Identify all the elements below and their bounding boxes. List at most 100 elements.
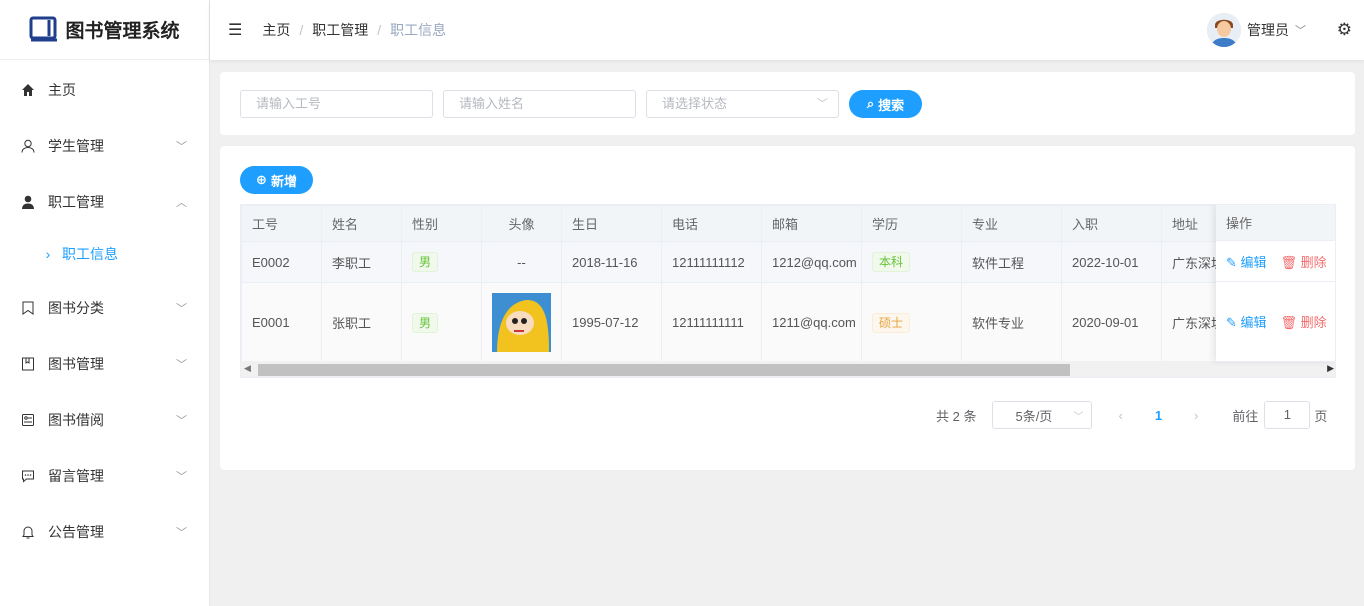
col-header: 姓名 [321,205,402,242]
cell-email: 1212@qq.com [761,241,862,283]
username: 管理员 [1247,22,1289,38]
table-row[interactable]: E0001 张职工男 1995-07-12 12111111111 1211@qq.co… [241,282,1335,363]
page-size-select[interactable]: 5条/页 ﹀ [992,401,1093,429]
bookmark-icon [20,300,36,316]
sidebar-item-book-borrow[interactable]: 图书借阅 ﹀ [0,400,209,440]
cell-birthday: 2018-11-16 [561,241,662,283]
scroll-left-arrow-icon[interactable]: ◀ [244,363,251,374]
page-number[interactable]: 1 [1155,408,1162,423]
breadcrumb: 主页 / 职工管理 / 职工信息 [262,20,447,40]
cell-phone: 12111111112 [661,241,762,283]
sidebar: 图书管理系统 主页 学生管理 ﹀ 职工管理 ︿ › 职工信息 图书分类 ﹀ 图书管理 ﹀ … [0,0,210,606]
col-header: 邮箱 [761,205,862,242]
book-icon [20,356,36,372]
menu-fold-icon[interactable]: ☰ [228,20,242,40]
staff-table: 工号 姓名 性别 头像 生日 电话 邮箱 学历 专业 入职 地址 E0002 李职工男 -- 2018-1… [240,204,1336,378]
breadcrumb-current: 职工信息 [390,22,447,38]
sidebar-item-label: 图书分类 [48,300,104,316]
goto-page-input[interactable]: 1 [1264,401,1311,429]
goto-label: 前往 [1232,408,1259,424]
sidebar-item-label: 留言管理 [48,468,104,484]
chevron-down-icon: ﹀ [176,359,187,371]
name-input[interactable]: 请输入姓名 [443,90,636,118]
chevron-down-icon: ﹀ [176,471,187,483]
sidebar-item-label: 公告管理 [48,524,104,540]
chat-icon [20,468,36,484]
horizontal-scrollbar[interactable]: ◀ ▶ [241,361,1335,377]
cell-id: E0001 [241,282,322,363]
add-label: 新增 [270,173,297,189]
cell-name: 张职工 [321,282,402,363]
sidebar-item-notices[interactable]: 公告管理 ﹀ [0,512,209,552]
chevron-down-icon: ﹀ [1073,411,1084,423]
user-filled-icon [20,194,36,210]
delete-button[interactable]: 🗑 删除 [1281,252,1327,271]
sidebar-item-label: 主页 [48,82,76,98]
add-button[interactable]: ⊕ 新增 [240,166,313,194]
gender-tag: 男 [412,312,439,333]
sidebar-item-book-category[interactable]: 图书分类 ﹀ [0,288,209,328]
col-header: 电话 [661,205,762,242]
col-header: 专业 [961,205,1062,242]
sidebar-item-book-manage[interactable]: 图书管理 ﹀ [0,344,209,384]
chevron-down-icon: ﹀ [176,527,187,539]
cell-major: 软件工程 [961,241,1062,283]
cell-phone: 12111111111 [661,282,762,363]
cell-birthday: 1995-07-12 [561,282,662,363]
edit-button[interactable]: ✎ 编辑 [1226,312,1267,331]
sidebar-item-students[interactable]: 学生管理 ﹀ [0,126,209,166]
sidebar-item-label: 职工管理 [48,194,104,210]
cell-hired: 2022-10-01 [1061,241,1162,283]
col-header: 学历 [861,205,962,242]
user-icon [20,138,36,154]
search-button[interactable]: ⌕ 搜索 [849,90,922,118]
scroll-right-arrow-icon[interactable]: ▶ [1327,363,1334,374]
sidebar-item-home[interactable]: 主页 [0,70,209,110]
next-page-icon[interactable]: › [1194,408,1198,423]
chevron-down-icon: ﹀ [817,98,828,110]
home-icon [20,82,36,98]
sidebar-item-staff-info[interactable]: › 职工信息 [0,234,209,274]
table-card: ⊕ 新增 工号 姓名 性别 头像 生日 电话 邮箱 学历 专业 入职 地址 E0002 李职工男 -- 20… [220,146,1355,470]
cell-id: E0002 [241,241,322,283]
cell-email: 1211@qq.com [761,282,862,363]
chevron-down-icon: ﹀ [176,303,187,315]
sidebar-item-label: 学生管理 [48,138,104,154]
chevron-down-icon: ﹀ [1295,25,1306,37]
chevron-right-icon: › [45,246,51,262]
search-label: 搜索 [878,97,905,113]
sidebar-item-messages[interactable]: 留言管理 ﹀ [0,456,209,496]
pagination: 共 2 条 5条/页 ﹀ ‹ 1 › 前往 1 页 [936,401,1327,429]
edit-button[interactable]: ✎ 编辑 [1226,252,1267,271]
total-count: 共 2 条 [936,408,977,424]
top-header: ☰ 主页 / 职工管理 / 职工信息 管理员 ﹀ ⚙ [210,0,1364,60]
settings-gear-icon[interactable]: ⚙ [1337,20,1352,40]
cell-name: 李职工 [321,241,402,283]
scrollbar-thumb[interactable] [258,364,1070,376]
sidebar-item-label: 图书借阅 [48,412,104,428]
chevron-down-icon: ﹀ [176,415,187,427]
col-header: 工号 [241,205,322,242]
education-tag: 本科 [872,252,911,272]
prev-page-icon[interactable]: ‹ [1118,408,1122,423]
delete-button[interactable]: 🗑 删除 [1281,312,1327,331]
user-menu[interactable]: 管理员 ﹀ [1207,13,1306,47]
sidebar-item-label: 职工信息 [62,246,118,262]
chevron-up-icon: ︿ [176,197,187,209]
search-card: 请输入工号 请输入姓名 请选择状态 ﹀ ⌕ 搜索 [220,72,1355,135]
col-header: 头像 [481,205,562,242]
page-size-value: 5条/页 [1015,408,1053,424]
breadcrumb-home[interactable]: 主页 [262,20,290,40]
app-title: 图书管理系统 [65,21,180,42]
employee-id-input[interactable]: 请输入工号 [240,90,433,118]
logo: 图书管理系统 [0,0,209,60]
bell-icon [20,524,36,540]
avatar-image[interactable] [492,293,551,352]
cell-avatar: -- [481,241,562,283]
sidebar-item-staff[interactable]: 职工管理 ︿ [0,182,209,222]
table-row[interactable]: E0002 李职工男 -- 2018-11-16 12111111112 1212@qq.… [241,241,1335,283]
breadcrumb-staff[interactable]: 职工管理 [312,20,368,40]
education-tag: 硕士 [872,312,911,333]
col-header: 操作 [1216,205,1335,241]
status-select[interactable]: 请选择状态 ﹀ [646,90,839,118]
